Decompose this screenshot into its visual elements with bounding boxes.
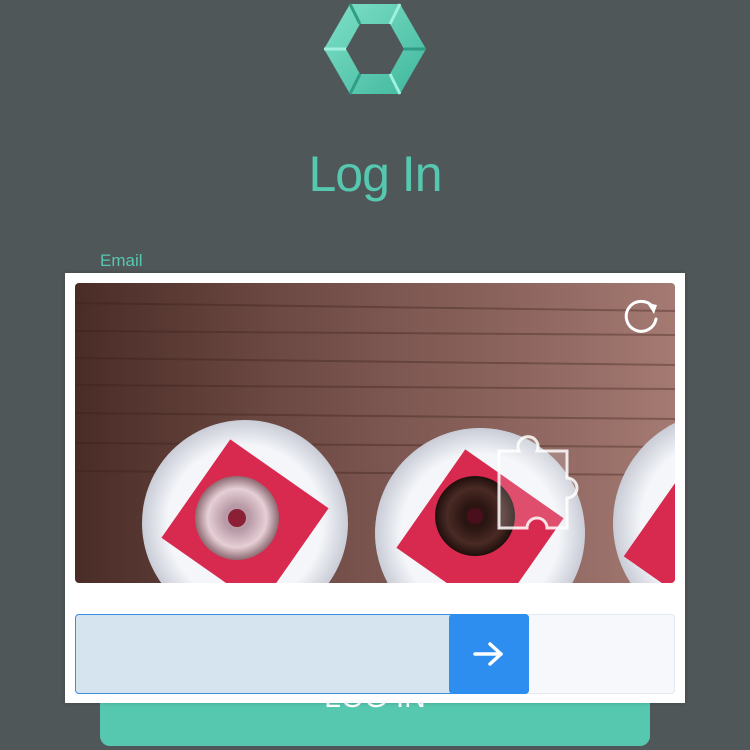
arrow-right-icon bbox=[473, 642, 503, 666]
page-title: Log In bbox=[308, 146, 442, 202]
captcha-photo-donuts bbox=[75, 283, 675, 583]
slider-captcha-panel bbox=[65, 273, 685, 703]
slider-track[interactable] bbox=[75, 614, 675, 694]
refresh-icon[interactable] bbox=[619, 295, 663, 339]
hexagon-logo-icon bbox=[324, 3, 426, 95]
email-label: Email bbox=[100, 251, 143, 270]
captcha-image bbox=[75, 283, 675, 583]
slider-handle[interactable] bbox=[449, 614, 529, 694]
login-page: Log In Email LOG IN bbox=[0, 0, 750, 750]
